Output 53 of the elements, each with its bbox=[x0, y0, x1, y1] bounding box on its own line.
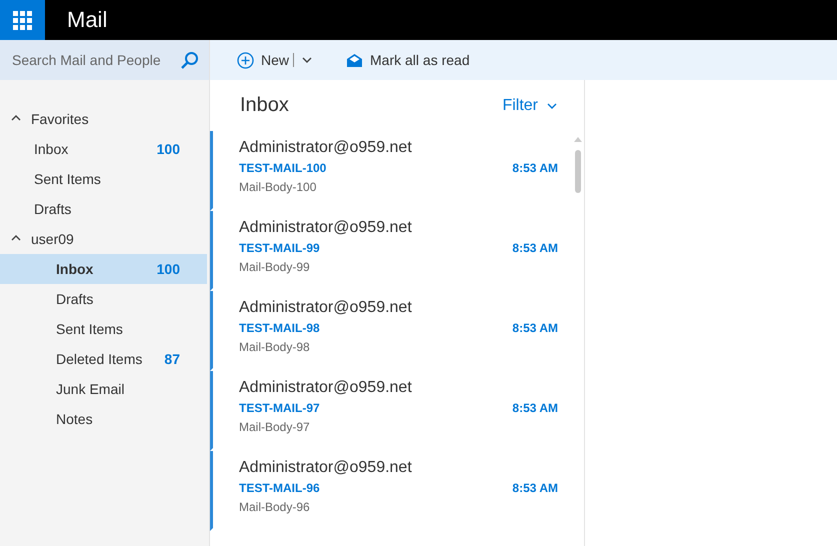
mark-all-read-button[interactable]: Mark all as read bbox=[346, 52, 470, 68]
folder-item[interactable]: Sent Items bbox=[0, 164, 207, 194]
app-title: Mail bbox=[67, 7, 108, 33]
folder-item[interactable]: Deleted Items 87 bbox=[0, 344, 207, 374]
message-item[interactable]: Administrator@o959.net TEST-MAIL-99 8:53 AM Mail-Body-99 bbox=[210, 211, 572, 291]
sender-name: Administrator@o959.net bbox=[239, 219, 413, 237]
folder-item[interactable]: Notes bbox=[0, 404, 207, 434]
sender-name: Administrator@o959.net bbox=[239, 139, 413, 157]
folder-item[interactable]: Junk Email bbox=[0, 374, 207, 404]
message-time: 8:53 AM bbox=[512, 401, 558, 415]
folder-item[interactable]: Drafts bbox=[0, 284, 207, 314]
filter-button[interactable]: Filter bbox=[502, 96, 557, 114]
plus-circle-icon bbox=[237, 52, 254, 68]
search-bar[interactable]: Search Mail and People bbox=[0, 40, 209, 80]
search-icon bbox=[180, 50, 199, 70]
sender-name: Administrator@o959.net bbox=[239, 459, 413, 477]
folder-group-header[interactable]: user09 bbox=[0, 224, 209, 254]
envelope-icon bbox=[346, 52, 364, 68]
message-time: 8:53 AM bbox=[512, 241, 558, 255]
list-title: Inbox bbox=[240, 94, 290, 117]
message-time: 8:53 AM bbox=[512, 321, 558, 335]
message-preview: Mail-Body-100 bbox=[239, 180, 318, 194]
chevron-icon bbox=[302, 57, 312, 63]
message-item[interactable]: Administrator@o959.net TEST-MAIL-97 8:53 AM Mail-Body-97 bbox=[210, 371, 572, 451]
chevron-icon bbox=[547, 102, 557, 108]
message-subject: TEST-MAIL-97 bbox=[239, 401, 321, 415]
sender-name: Administrator@o959.net bbox=[239, 379, 413, 397]
chevron-icon bbox=[11, 115, 21, 121]
folder-item[interactable]: Drafts bbox=[0, 194, 207, 224]
message-subject: TEST-MAIL-99 bbox=[239, 241, 321, 255]
message-preview: Mail-Body-97 bbox=[239, 420, 311, 434]
message-subject: TEST-MAIL-96 bbox=[239, 481, 321, 495]
message-subject: TEST-MAIL-100 bbox=[239, 161, 328, 175]
sender-name: Administrator@o959.net bbox=[239, 299, 413, 317]
folder-item[interactable]: Inbox 100 bbox=[0, 134, 207, 164]
new-button[interactable]: New bbox=[237, 52, 290, 68]
message-preview: Mail-Body-98 bbox=[239, 340, 311, 354]
folder-item[interactable]: Inbox 100 bbox=[0, 254, 207, 284]
message-subject: TEST-MAIL-98 bbox=[239, 321, 321, 335]
app-launcher-button[interactable] bbox=[0, 0, 45, 40]
message-item[interactable]: Administrator@o959.net TEST-MAIL-96 8:53 AM Mail-Body-96 bbox=[210, 451, 572, 531]
message-item[interactable]: Administrator@o959.net TEST-MAIL-98 8:53 AM Mail-Body-98 bbox=[210, 291, 572, 371]
message-time: 8:53 AM bbox=[512, 481, 558, 495]
scroll-up-icon bbox=[574, 137, 582, 142]
grid-icon bbox=[13, 10, 32, 30]
folder-group-header[interactable]: Favorites bbox=[0, 104, 209, 134]
message-item[interactable]: Administrator@o959.net TEST-MAIL-100 8:53 AM Mail-Body-100 bbox=[210, 131, 572, 211]
message-preview: Mail-Body-96 bbox=[239, 500, 311, 514]
chevron-icon bbox=[11, 235, 21, 241]
search-field[interactable]: Search Mail and People bbox=[12, 52, 180, 68]
folder-item[interactable]: Sent Items bbox=[0, 314, 207, 344]
message-time: 8:53 AM bbox=[512, 161, 558, 175]
message-preview: Mail-Body-99 bbox=[239, 260, 311, 274]
